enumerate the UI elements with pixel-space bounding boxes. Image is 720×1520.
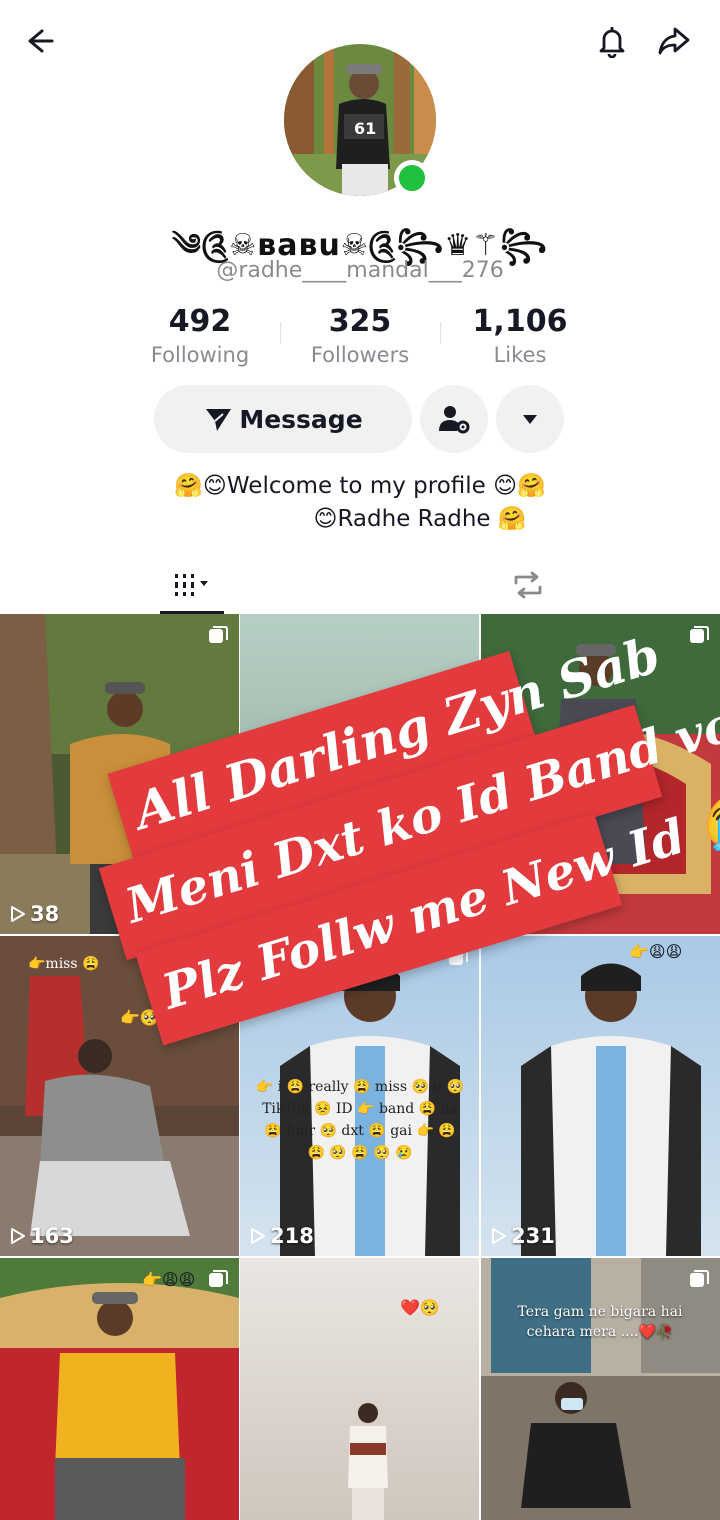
bio-line: 🤗😊Welcome to my profile 😊🤗 — [174, 473, 546, 499]
profile-stats: 492 Following 325 Followers 1,106 Likes — [120, 302, 600, 372]
stat-label: Following — [150, 343, 250, 367]
view-count: 231 — [491, 1224, 555, 1248]
friend-settings-button[interactable] — [420, 385, 488, 453]
message-button[interactable]: Message — [154, 385, 412, 453]
view-count: 38 — [10, 902, 59, 926]
multi-image-icon — [209, 626, 228, 643]
message-button-label: Message — [239, 404, 363, 434]
stat-value: 1,106 — [472, 304, 568, 339]
video-thumbnail[interactable]: Tera gam ne bigara hai cehara mera ....❤… — [481, 1258, 720, 1520]
share-arrow-icon — [658, 27, 690, 55]
view-count-value: 218 — [270, 1224, 314, 1248]
back-button[interactable] — [16, 17, 64, 65]
arrow-left-icon — [28, 29, 54, 53]
play-icon — [251, 1228, 265, 1244]
view-count: 218 — [250, 1224, 314, 1248]
stat-label: Followers — [310, 343, 410, 367]
multi-image-icon — [690, 1270, 709, 1287]
username: @radhe____mandal___276 — [216, 258, 504, 283]
overlay-emoji: 👉😩😩 — [629, 942, 683, 961]
video-thumbnail[interactable]: 👉😩😩 — [0, 1258, 239, 1520]
multi-image-icon — [690, 626, 709, 643]
view-count: 163 — [10, 1224, 74, 1248]
send-icon — [206, 409, 232, 431]
play-icon — [11, 906, 25, 922]
stat-following[interactable]: 492 Following — [120, 302, 280, 372]
stat-followers[interactable]: 325 Followers — [280, 302, 440, 372]
video-thumbnail[interactable]: 👉😩😩 231 — [481, 936, 720, 1256]
content-tabs — [0, 556, 720, 614]
avatar-container[interactable]: 61 — [284, 44, 436, 196]
stat-value: 492 — [168, 304, 232, 339]
bell-icon — [599, 27, 625, 58]
overlay-emoji: ❤️🥺 — [400, 1298, 440, 1317]
caret-down-icon — [523, 415, 537, 424]
stat-likes[interactable]: 1,106 Likes — [440, 302, 600, 372]
multi-image-icon — [209, 1270, 228, 1287]
stat-label: Likes — [493, 343, 547, 367]
play-icon — [11, 1228, 25, 1244]
bio: 🤗😊Welcome to my profile 😊🤗 😊Radhe Radhe … — [60, 470, 660, 536]
bio-line: 😊Radhe Radhe 🤗 — [313, 506, 527, 532]
overlay-emoji: 👉😩😩 — [142, 1270, 196, 1289]
video-thumbnail[interactable]: ❤️🥺 — [240, 1258, 479, 1520]
grid-filter-icon — [175, 574, 208, 596]
online-status-dot — [394, 160, 430, 196]
play-icon — [492, 1228, 506, 1244]
overlay-caption: Tera gam ne bigara hai cehara mera ....❤… — [517, 1304, 683, 1340]
stat-value: 325 — [328, 304, 392, 339]
more-options-button[interactable] — [496, 385, 564, 453]
view-count-value: 163 — [30, 1224, 74, 1248]
svg-text:61: 61 — [354, 119, 376, 138]
display-name: ༄༊☠︎ʙaʙu☠︎༊꧂♛⚚꧂ — [172, 228, 548, 263]
share-button[interactable] — [650, 17, 698, 65]
view-count-value: 38 — [30, 902, 60, 926]
overlay-caption: 👉 i 😩 really 😩 miss 🥺 u 🥺 TikTok 😣 ID 👉 … — [255, 1079, 465, 1161]
notifications-button[interactable] — [588, 17, 636, 65]
view-count-value: 231 — [511, 1224, 555, 1248]
user-gear-icon — [439, 406, 470, 434]
tab-videos[interactable] — [160, 556, 224, 614]
